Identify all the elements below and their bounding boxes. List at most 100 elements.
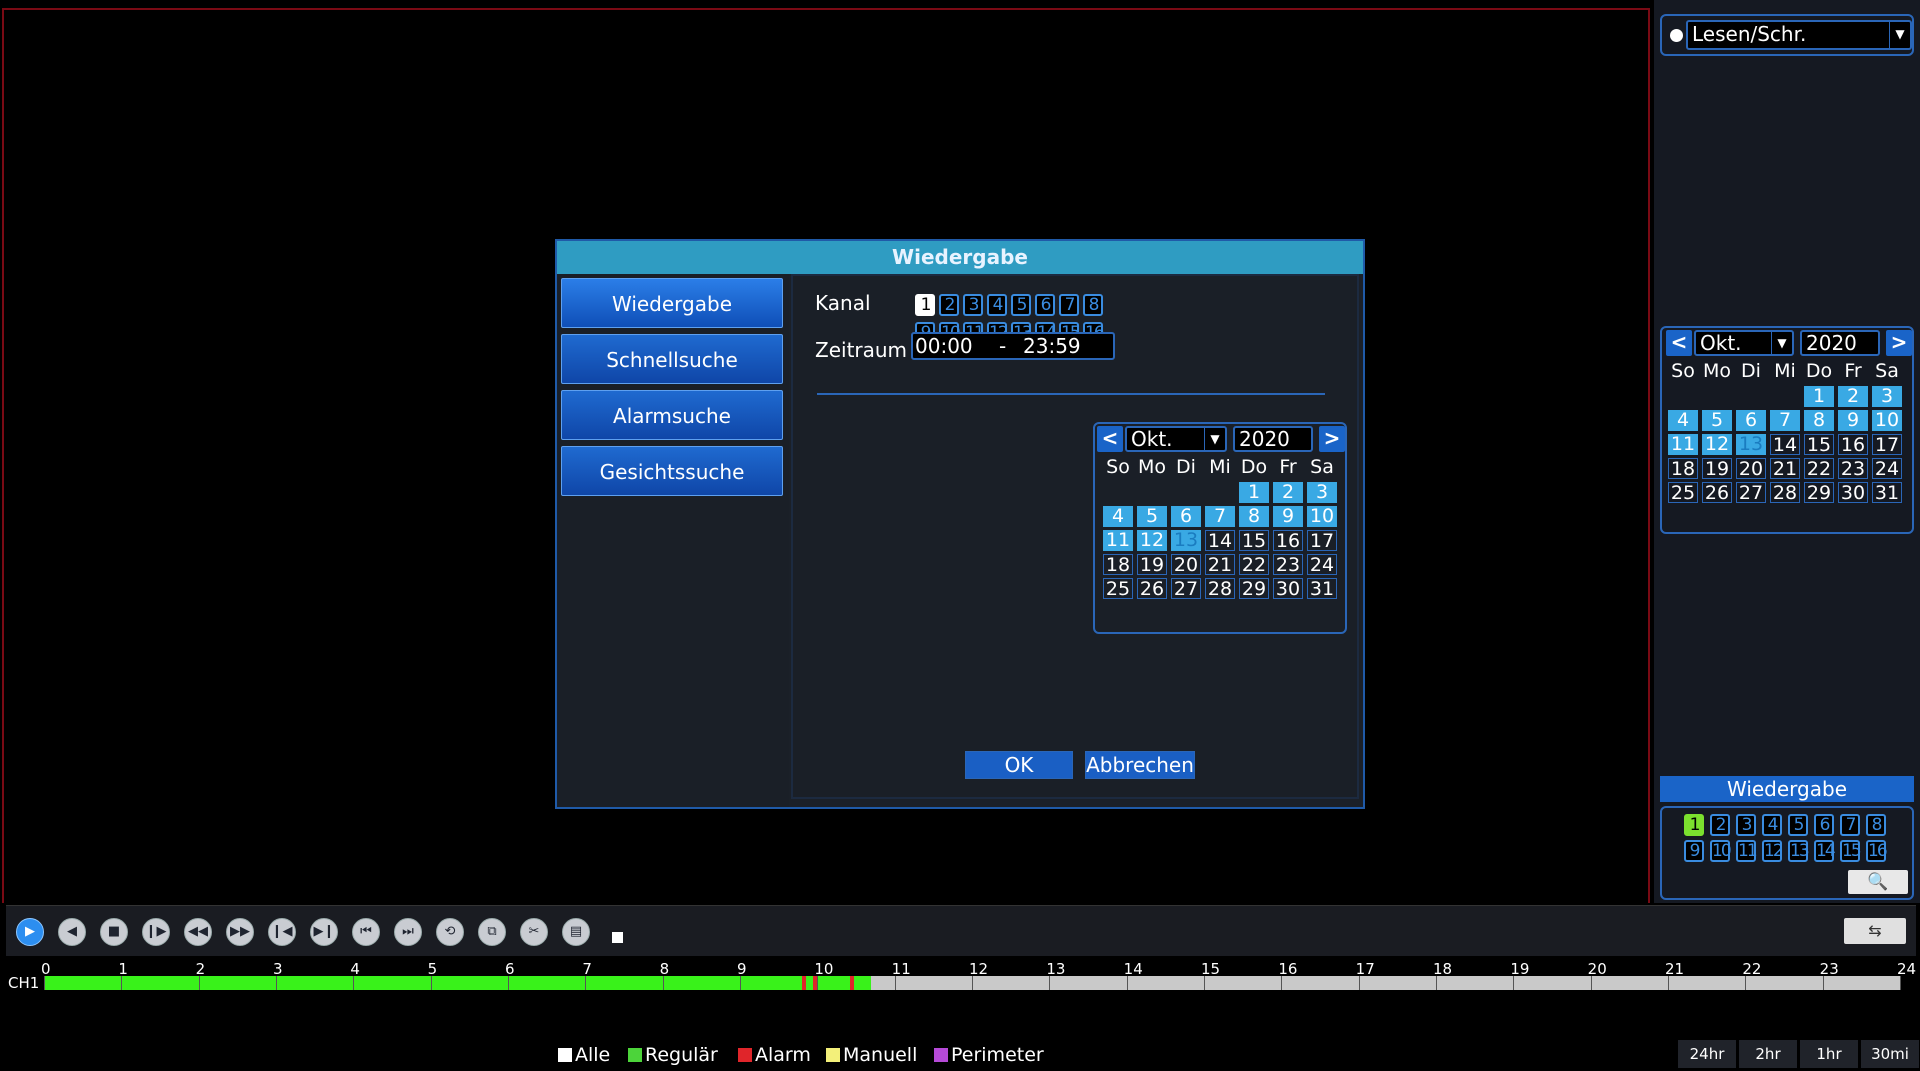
zoom-2hr[interactable]: 2hr [1739, 1040, 1797, 1068]
cut-icon[interactable]: ✂ [520, 918, 548, 946]
day-5[interactable]: 5 [1702, 410, 1732, 431]
day-18[interactable]: 18 [1668, 458, 1698, 480]
channel-chip-6[interactable]: 6 [1814, 814, 1834, 836]
day-18[interactable]: 18 [1103, 554, 1133, 576]
channel-chip-8[interactable]: 8 [1083, 294, 1103, 316]
cal-next-button[interactable]: > [1886, 330, 1912, 356]
day-28[interactable]: 28 [1205, 578, 1235, 600]
day-29[interactable]: 29 [1239, 578, 1269, 600]
day-17[interactable]: 17 [1307, 530, 1337, 552]
mode-radio[interactable] [1670, 29, 1683, 42]
day-16[interactable]: 16 [1838, 434, 1868, 456]
day-8[interactable]: 8 [1804, 410, 1834, 431]
day-2[interactable]: 2 [1273, 482, 1303, 503]
day-22[interactable]: 22 [1239, 554, 1269, 576]
legend-manuell[interactable]: Manuell [826, 1044, 917, 1066]
day-28[interactable]: 28 [1770, 482, 1800, 504]
day-20[interactable]: 20 [1171, 554, 1201, 576]
day-5[interactable]: 5 [1137, 506, 1167, 527]
legend-alarm[interactable]: Alarm [738, 1044, 811, 1066]
stop-icon[interactable]: ■ [100, 918, 128, 946]
time-start[interactable]: 00:00 [915, 334, 973, 358]
day-7[interactable]: 7 [1770, 410, 1800, 431]
day-6[interactable]: 6 [1171, 506, 1201, 527]
channel-chip-3[interactable]: 3 [1736, 814, 1756, 836]
channel-chip-14[interactable]: 14 [1814, 840, 1836, 862]
day-1[interactable]: 1 [1239, 482, 1269, 503]
prev-frame-icon[interactable]: ❙◀ [268, 918, 296, 946]
channel-chip-13[interactable]: 13 [1788, 840, 1810, 862]
day-3[interactable]: 3 [1872, 386, 1902, 407]
channel-chip-2[interactable]: 2 [939, 294, 959, 316]
day-26[interactable]: 26 [1137, 578, 1167, 600]
day-8[interactable]: 8 [1239, 506, 1269, 527]
channel-chip-1[interactable]: 1 [1684, 814, 1704, 836]
day-23[interactable]: 23 [1273, 554, 1303, 576]
day-23[interactable]: 23 [1838, 458, 1868, 480]
channel-chip-5[interactable]: 5 [1011, 294, 1031, 316]
checkbox-icon[interactable] [628, 1048, 642, 1062]
nav-alarmsuche[interactable]: Alarmsuche [561, 390, 783, 440]
day-11[interactable]: 11 [1103, 530, 1133, 551]
channel-chip-8[interactable]: 8 [1866, 814, 1886, 836]
day-30[interactable]: 30 [1273, 578, 1303, 600]
day-3[interactable]: 3 [1307, 482, 1337, 503]
loop-icon[interactable]: ⟲ [436, 918, 464, 946]
fast-forward-icon[interactable]: ▶▶ [226, 918, 254, 946]
zoom-24hr[interactable]: 24hr [1678, 1040, 1736, 1068]
channel-chip-2[interactable]: 2 [1710, 814, 1730, 836]
day-19[interactable]: 19 [1702, 458, 1732, 480]
cal-next-button[interactable]: > [1319, 426, 1345, 452]
cal-prev-button[interactable]: < [1666, 330, 1692, 356]
channel-chip-15[interactable]: 15 [1840, 840, 1862, 862]
day-10[interactable]: 10 [1872, 410, 1902, 431]
checkbox-icon[interactable] [738, 1048, 752, 1062]
day-11[interactable]: 11 [1668, 434, 1698, 455]
day-4[interactable]: 4 [1668, 410, 1698, 431]
time-range-field[interactable]: 00:00 - 23:59 [911, 332, 1115, 360]
year-field[interactable]: 2020 [1233, 426, 1313, 452]
nav-gesichtssuche[interactable]: Gesichtssuche [561, 446, 783, 496]
channel-chip-3[interactable]: 3 [963, 294, 983, 316]
day-31[interactable]: 31 [1872, 482, 1902, 504]
checkbox-icon[interactable] [558, 1048, 572, 1062]
day-12[interactable]: 12 [1702, 434, 1732, 455]
day-17[interactable]: 17 [1872, 434, 1902, 456]
day-14[interactable]: 14 [1770, 434, 1800, 456]
day-10[interactable]: 10 [1307, 506, 1337, 527]
cancel-button[interactable]: Abbrechen [1085, 751, 1195, 779]
copy-icon[interactable]: ⧉ [478, 918, 506, 946]
nav-wiedergabe[interactable]: Wiedergabe [561, 278, 783, 328]
channel-chip-16[interactable]: 16 [1866, 840, 1888, 862]
channel-chip-5[interactable]: 5 [1788, 814, 1808, 836]
side-year-field[interactable]: 2020 [1800, 330, 1880, 356]
day-22[interactable]: 22 [1804, 458, 1834, 480]
skip-forward-icon[interactable]: ⏭ [394, 918, 422, 946]
day-9[interactable]: 9 [1273, 506, 1303, 527]
day-21[interactable]: 21 [1205, 554, 1235, 576]
day-19[interactable]: 19 [1137, 554, 1167, 576]
rewind-icon[interactable]: ◀◀ [184, 918, 212, 946]
day-6[interactable]: 6 [1736, 410, 1766, 431]
channel-chip-4[interactable]: 4 [1762, 814, 1782, 836]
zoom-30mi[interactable]: 30mi [1861, 1040, 1919, 1068]
day-9[interactable]: 9 [1838, 410, 1868, 431]
day-25[interactable]: 25 [1668, 482, 1698, 504]
day-25[interactable]: 25 [1103, 578, 1133, 600]
channel-chip-11[interactable]: 11 [1736, 840, 1758, 862]
day-24[interactable]: 24 [1872, 458, 1902, 480]
ok-button[interactable]: OK [965, 751, 1073, 779]
channel-chip-7[interactable]: 7 [1840, 814, 1860, 836]
month-select[interactable]: Okt. ▼ [1125, 426, 1227, 452]
day-27[interactable]: 27 [1736, 482, 1766, 504]
sync-icon[interactable]: ⇆ [1844, 918, 1906, 944]
day-21[interactable]: 21 [1770, 458, 1800, 480]
play-icon[interactable]: ▶ [16, 918, 44, 946]
skip-back-icon[interactable]: ⏮ [352, 918, 380, 946]
channel-chip-4[interactable]: 4 [987, 294, 1007, 316]
channel-chip-9[interactable]: 9 [1684, 840, 1704, 862]
day-29[interactable]: 29 [1804, 482, 1834, 504]
day-15[interactable]: 15 [1804, 434, 1834, 456]
checkbox-icon[interactable] [934, 1048, 948, 1062]
legend-perimeter[interactable]: Perimeter [934, 1044, 1044, 1066]
